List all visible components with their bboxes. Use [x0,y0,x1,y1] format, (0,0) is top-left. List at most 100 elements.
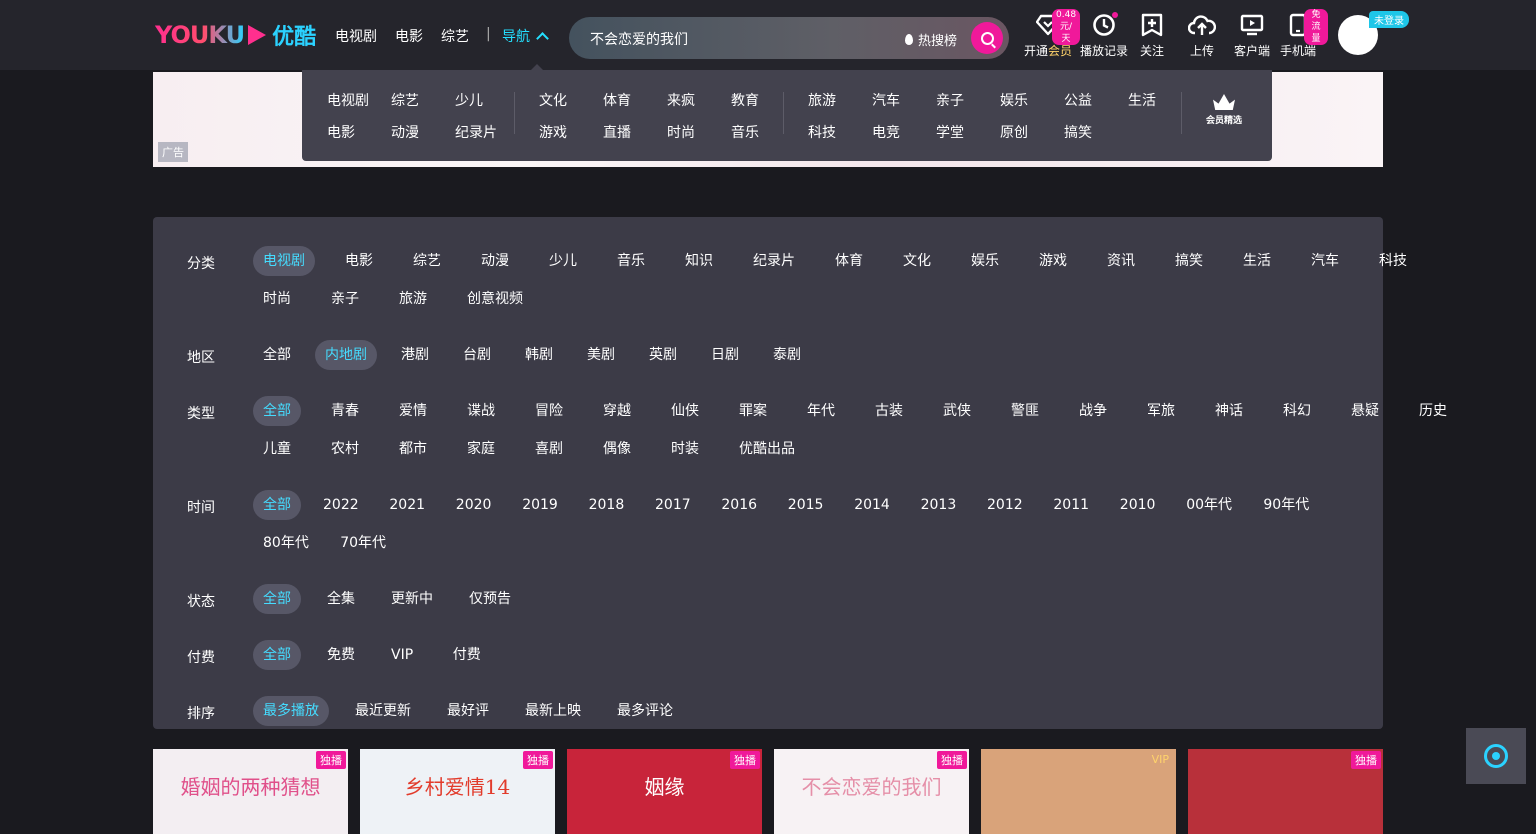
filter-chip-category[interactable]: 旅游 [389,284,437,314]
login-status-badge[interactable]: 未登录 [1369,11,1409,28]
filter-chip-region[interactable]: 全部 [253,340,301,370]
filter-chip-region[interactable]: 内地剧 [315,340,377,370]
filter-chip-year[interactable]: 2018 [579,490,635,520]
dropdown-item[interactable]: 游戏 [539,122,567,142]
filter-chip-year[interactable]: 70年代 [330,528,396,558]
filter-chip-year[interactable]: 2016 [711,490,767,520]
filter-chip-category[interactable]: 亲子 [321,284,369,314]
filter-chip-year[interactable]: 2012 [977,490,1033,520]
filter-chip-sort[interactable]: 最好评 [437,696,499,726]
dropdown-item[interactable]: 直播 [603,122,631,142]
dropdown-item[interactable]: 动漫 [391,122,419,142]
filter-chip-genre[interactable]: 青春 [321,396,369,426]
filter-chip-year[interactable]: 00年代 [1176,490,1242,520]
filter-chip-category[interactable]: 综艺 [403,246,451,276]
filter-chip-genre[interactable]: 神话 [1205,396,1253,426]
filter-chip-status[interactable]: 全部 [253,584,301,614]
dropdown-item[interactable]: 旅游 [808,90,836,110]
filter-chip-genre[interactable]: 战争 [1069,396,1117,426]
dropdown-item[interactable]: 生活 [1128,90,1156,110]
topnav-guide[interactable]: 导航 [502,26,549,46]
filter-chip-year[interactable]: 2013 [911,490,967,520]
filter-chip-category[interactable]: 创意视频 [457,284,533,314]
filter-chip-year[interactable]: 2011 [1043,490,1099,520]
filter-chip-year[interactable]: 90年代 [1253,490,1319,520]
member-picks-link[interactable]: 会员精选 [1206,94,1242,126]
filter-chip-category[interactable]: 体育 [825,246,873,276]
filter-chip-genre[interactable]: 全部 [253,396,301,426]
filter-chip-year[interactable]: 全部 [253,490,301,520]
filter-chip-category[interactable]: 科技 [1369,246,1417,276]
filter-chip-year[interactable]: 2021 [379,490,435,520]
filter-chip-region[interactable]: 美剧 [577,340,625,370]
video-card[interactable]: 独播 婚姻的两种猜想 [153,749,348,834]
filter-chip-payment[interactable]: VIP [381,640,423,670]
filter-chip-genre[interactable]: 家庭 [457,434,505,464]
topnav-tv[interactable]: 电视剧 [335,26,377,46]
filter-chip-sort[interactable]: 最近更新 [345,696,421,726]
filter-chip-genre[interactable]: 古装 [865,396,913,426]
dropdown-item[interactable]: 体育 [603,90,631,110]
filter-chip-year[interactable]: 80年代 [253,528,319,558]
filter-chip-sort[interactable]: 最多播放 [253,696,329,726]
filter-chip-genre[interactable]: 都市 [389,434,437,464]
dropdown-item[interactable]: 时尚 [667,122,695,142]
filter-chip-genre[interactable]: 偶像 [593,434,641,464]
filter-chip-region[interactable]: 泰剧 [763,340,811,370]
filter-chip-genre[interactable]: 武侠 [933,396,981,426]
dropdown-item[interactable]: 娱乐 [1000,90,1028,110]
filter-chip-category[interactable]: 搞笑 [1165,246,1213,276]
topnav-movie[interactable]: 电影 [395,26,423,46]
dropdown-item[interactable]: 学堂 [936,122,964,142]
video-card[interactable]: 独播 [1188,749,1383,834]
filter-chip-category[interactable]: 生活 [1233,246,1281,276]
dropdown-item[interactable]: 少儿 [455,90,483,110]
filter-chip-category[interactable]: 游戏 [1029,246,1077,276]
filter-chip-category[interactable]: 娱乐 [961,246,1009,276]
search-input[interactable]: 不会恋爱的我们 [590,29,688,49]
filter-chip-status[interactable]: 仅预告 [459,584,521,614]
filter-chip-genre[interactable]: 谍战 [457,396,505,426]
filter-chip-genre[interactable]: 科幻 [1273,396,1321,426]
filter-chip-genre[interactable]: 军旅 [1137,396,1185,426]
filter-chip-genre[interactable]: 警匪 [1001,396,1049,426]
filter-chip-genre[interactable]: 农村 [321,434,369,464]
filter-chip-year[interactable]: 2020 [446,490,502,520]
dropdown-item[interactable]: 音乐 [731,122,759,142]
filter-chip-year[interactable]: 2010 [1110,490,1166,520]
filter-chip-category[interactable]: 文化 [893,246,941,276]
filter-chip-year[interactable]: 2019 [512,490,568,520]
filter-chip-category[interactable]: 汽车 [1301,246,1349,276]
filter-chip-category[interactable]: 电影 [335,246,383,276]
video-card[interactable]: 独播 姻缘 [567,749,762,834]
filter-chip-genre[interactable]: 历史 [1409,396,1457,426]
filter-chip-category[interactable]: 知识 [675,246,723,276]
customer-service-button[interactable] [1466,728,1526,784]
dropdown-item[interactable]: 文化 [539,90,567,110]
filter-chip-year[interactable]: 2022 [313,490,369,520]
filter-chip-genre[interactable]: 冒险 [525,396,573,426]
dropdown-item[interactable]: 纪录片 [455,122,497,142]
filter-chip-status[interactable]: 全集 [317,584,365,614]
search-bar[interactable]: 不会恋爱的我们 热搜榜 [569,17,1009,59]
dropdown-item[interactable]: 汽车 [872,90,900,110]
filter-chip-category[interactable]: 动漫 [471,246,519,276]
dropdown-item[interactable]: 电影 [327,122,355,142]
filter-chip-payment[interactable]: 全部 [253,640,301,670]
dropdown-item[interactable]: 搞笑 [1064,122,1092,142]
filter-chip-year[interactable]: 2015 [778,490,834,520]
filter-chip-genre[interactable]: 优酷出品 [729,434,805,464]
filter-chip-year[interactable]: 2014 [844,490,900,520]
filter-chip-region[interactable]: 台剧 [453,340,501,370]
dropdown-item[interactable]: 亲子 [936,90,964,110]
filter-chip-payment[interactable]: 付费 [443,640,491,670]
search-button[interactable] [971,22,1003,54]
filter-chip-genre[interactable]: 儿童 [253,434,301,464]
filter-chip-genre[interactable]: 穿越 [593,396,641,426]
filter-chip-category[interactable]: 电视剧 [253,246,315,276]
dropdown-item[interactable]: 原创 [1000,122,1028,142]
video-card[interactable]: 独播 不会恋爱的我们 [774,749,969,834]
filter-chip-category[interactable]: 资讯 [1097,246,1145,276]
dropdown-item[interactable]: 综艺 [391,90,419,110]
filter-chip-genre[interactable]: 时装 [661,434,709,464]
